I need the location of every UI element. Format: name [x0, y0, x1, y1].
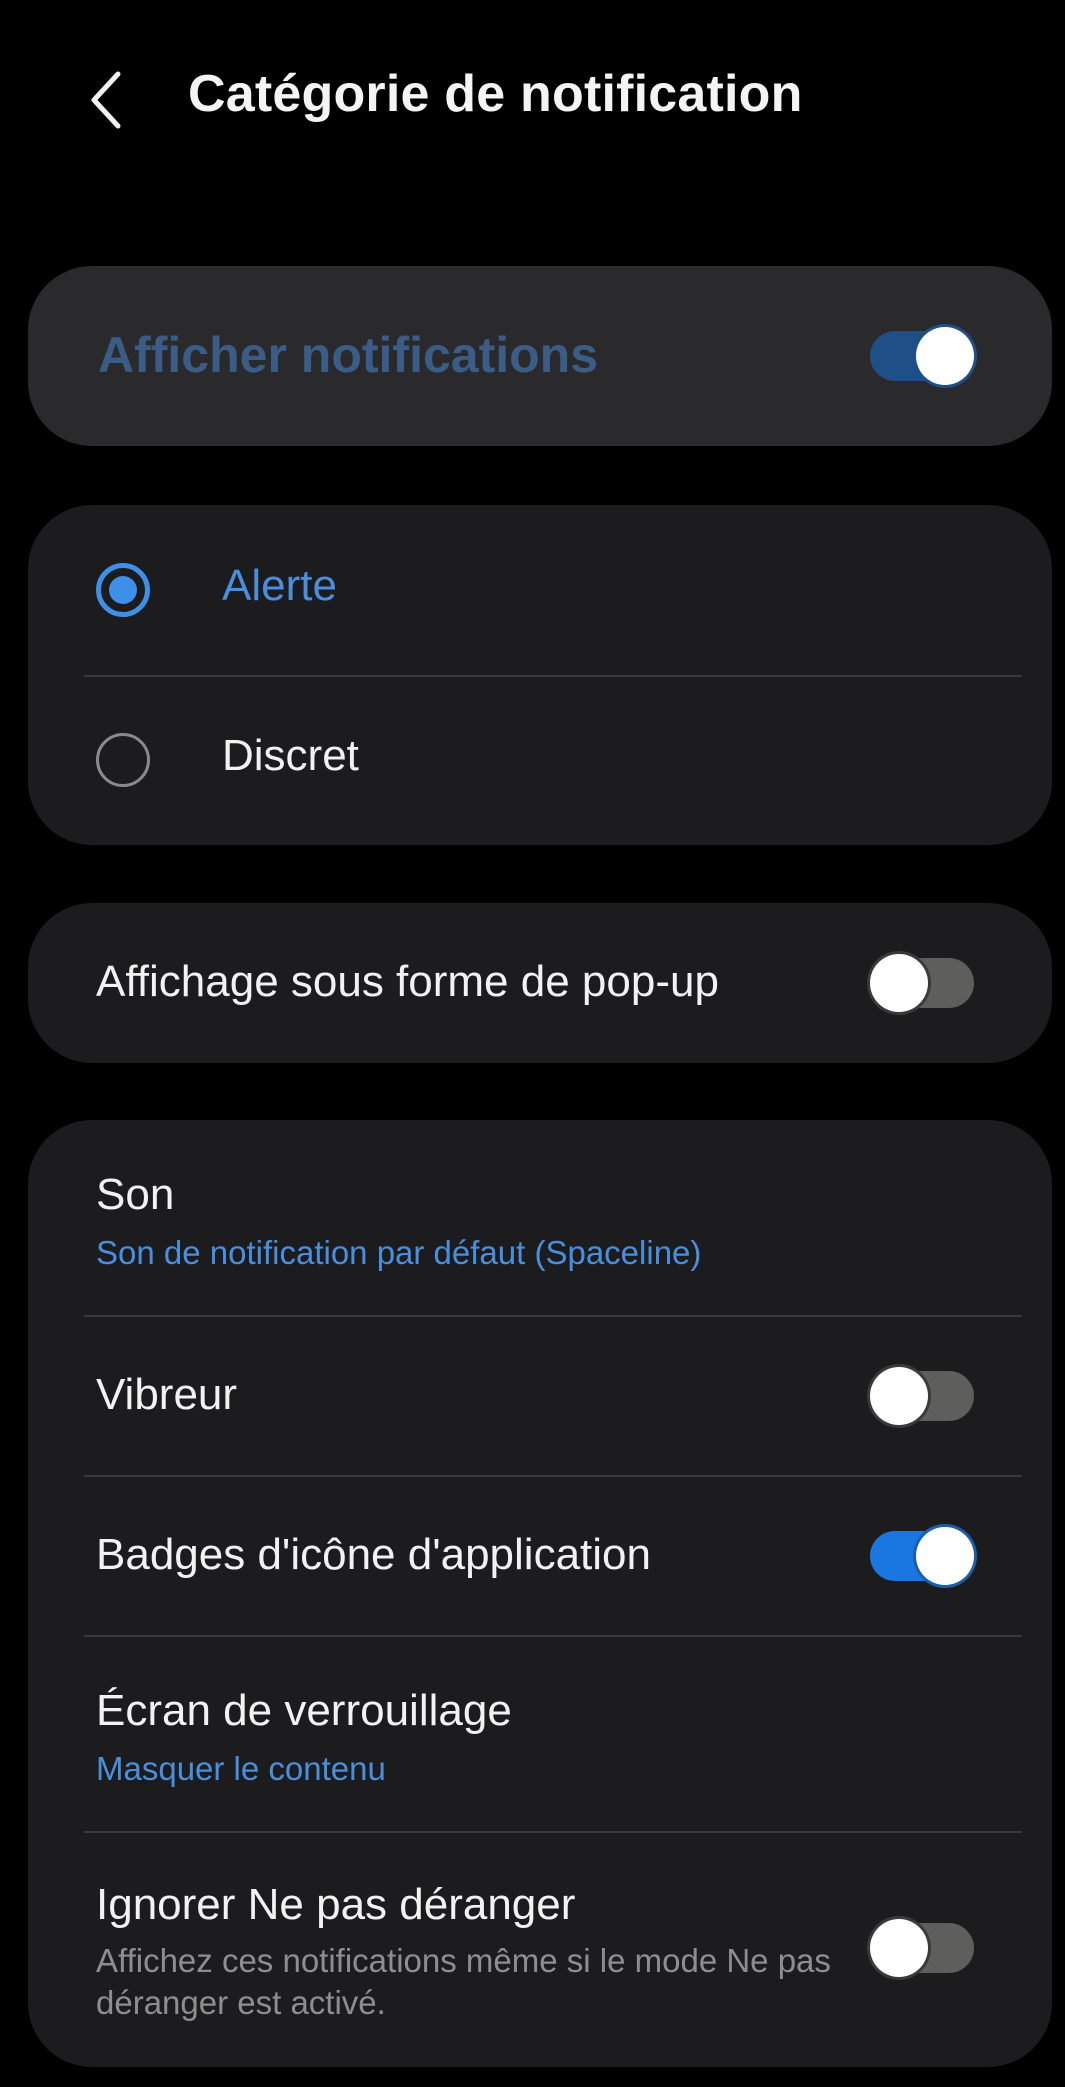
badges-title: Badges d'icône d'application	[96, 1530, 651, 1579]
page-title: Catégorie de notification	[188, 65, 803, 123]
dnd-toggle[interactable]	[870, 1919, 974, 1977]
dnd-row[interactable]: Ignorer Ne pas déranger Affichez ces not…	[28, 1832, 1052, 2067]
badges-row[interactable]: Badges d'icône d'application	[28, 1476, 1052, 1636]
radio-selected-icon[interactable]	[96, 563, 150, 617]
show-notifications-card[interactable]: Afficher notifications	[28, 266, 1052, 446]
toggle-knob	[916, 327, 974, 385]
badges-toggle[interactable]	[870, 1527, 974, 1585]
lockscreen-row[interactable]: Écran de verrouillage Masquer le contenu	[28, 1636, 1052, 1832]
lockscreen-value: Masquer le contenu	[96, 1750, 386, 1787]
vibrate-title: Vibreur	[96, 1370, 238, 1419]
vibrate-toggle[interactable]	[870, 1367, 974, 1425]
toggle-knob	[916, 1527, 974, 1585]
radio-label-discret: Discret	[222, 731, 359, 780]
notification-settings-card: Son Son de notification par défaut (Spac…	[28, 1120, 1052, 2067]
sound-value: Son de notification par défaut (Spacelin…	[96, 1234, 702, 1271]
radio-option-discret[interactable]: Discret	[28, 675, 1052, 845]
toggle-knob	[870, 1919, 928, 1977]
alert-style-card: Alerte Discret	[28, 505, 1052, 845]
popup-card[interactable]: Affichage sous forme de pop-up	[28, 903, 1052, 1063]
toggle-knob	[870, 954, 928, 1012]
radio-unselected-icon[interactable]	[96, 733, 150, 787]
dnd-description: Affichez ces notifications même si le mo…	[96, 1942, 831, 2021]
chevron-left-icon	[91, 71, 121, 129]
radio-option-alerte[interactable]: Alerte	[28, 505, 1052, 675]
vibrate-row[interactable]: Vibreur	[28, 1316, 1052, 1476]
app-header: Catégorie de notification	[0, 0, 1065, 200]
popup-label: Affichage sous forme de pop-up	[96, 957, 719, 1006]
show-notifications-label: Afficher notifications	[98, 327, 599, 383]
popup-toggle[interactable]	[870, 954, 974, 1012]
lockscreen-title: Écran de verrouillage	[96, 1686, 512, 1735]
sound-title: Son	[96, 1170, 175, 1219]
radio-label-alerte: Alerte	[222, 561, 337, 610]
toggle-knob	[870, 1367, 928, 1425]
sound-row[interactable]: Son Son de notification par défaut (Spac…	[28, 1120, 1052, 1316]
back-button[interactable]	[88, 62, 148, 138]
dnd-title: Ignorer Ne pas déranger	[96, 1880, 576, 1929]
show-notifications-toggle[interactable]	[870, 327, 974, 385]
